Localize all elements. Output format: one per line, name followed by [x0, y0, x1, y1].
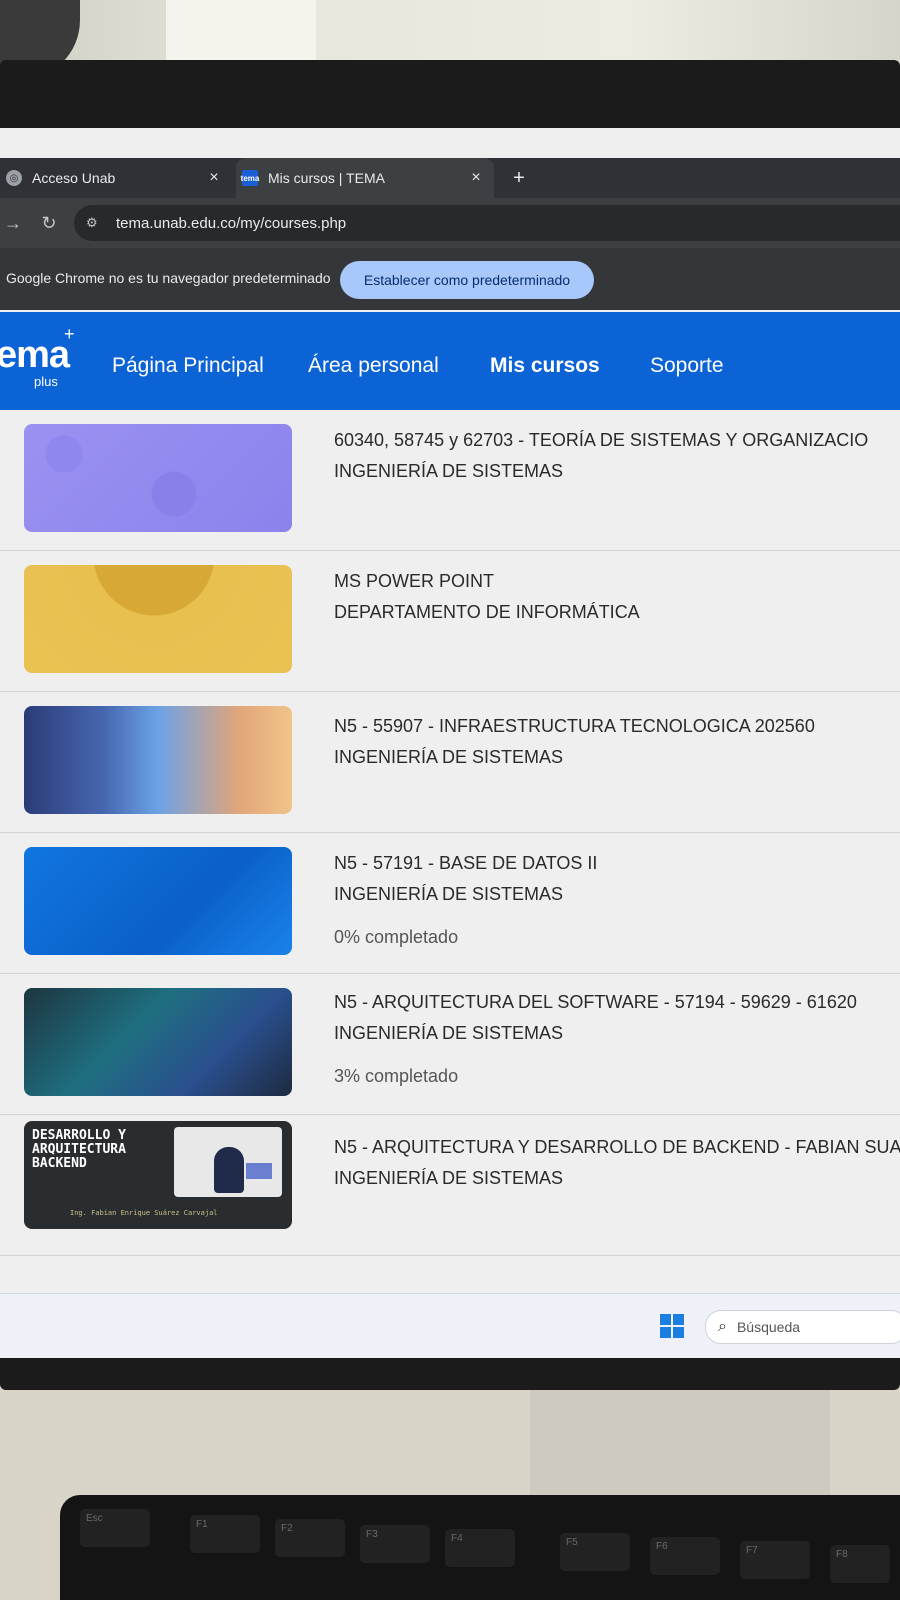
course-category: INGENIERÍA DE SISTEMAS	[334, 884, 564, 904]
course-item[interactable]: N5 - 55907 - INFRAESTRUCTURA TECNOLOGICA…	[0, 692, 900, 833]
keyboard: Esc F1 F2 F3 F4 F5 F6 F7 F8	[60, 1495, 900, 1600]
course-info: MS POWER POINT DEPARTAMENTO DE INFORMÁTI…	[334, 571, 640, 623]
course-category: DEPARTAMENTO DE INFORMÁTICA	[334, 602, 640, 622]
course-info: N5 - ARQUITECTURA DEL SOFTWARE - 57194 -…	[334, 992, 857, 1087]
logo-sub: plus	[34, 374, 58, 389]
laptop-figure	[246, 1163, 272, 1179]
person-figure	[214, 1147, 244, 1193]
windows-taskbar: ⌕ Búsqueda	[0, 1293, 900, 1358]
taskbar-search[interactable]: ⌕ Búsqueda	[705, 1310, 900, 1344]
reload-icon[interactable]: ↻	[36, 210, 62, 236]
omnibox[interactable]: ⚙ tema.unab.edu.co/my/courses.php	[74, 205, 900, 241]
key-f4: F4	[445, 1529, 515, 1567]
key-f8: F8	[830, 1545, 890, 1583]
tema-favicon-icon: tema	[241, 170, 259, 186]
course-item[interactable]: MS POWER POINT DEPARTAMENTO DE INFORMÁTI…	[0, 551, 900, 692]
site-header: ema + plus Página Principal Área persona…	[0, 312, 900, 410]
course-item[interactable]: N5 - 57191 - BASE DE DATOS II INGENIERÍA…	[0, 833, 900, 974]
close-tab-icon[interactable]: ×	[204, 169, 224, 187]
key-esc: Esc	[80, 1509, 150, 1547]
thumbnail-title-line: ARQUITECTURA	[32, 1142, 126, 1157]
tab-acceso-unab[interactable]: ◎ Acceso Unab ×	[0, 158, 232, 198]
course-thumbnail[interactable]	[24, 424, 292, 532]
logo-plus: +	[64, 324, 75, 344]
windows-start-icon[interactable]	[660, 1314, 684, 1338]
course-category: INGENIERÍA DE SISTEMAS	[334, 461, 564, 481]
course-item[interactable]: 60340, 58745 y 62703 - TEORÍA DE SISTEMA…	[0, 410, 900, 551]
course-info: 60340, 58745 y 62703 - TEORÍA DE SISTEMA…	[334, 430, 868, 482]
infobar-message: Google Chrome no es tu navegador predete…	[6, 270, 331, 286]
course-name[interactable]: MS POWER POINT	[334, 571, 640, 592]
set-default-button[interactable]: Establecer como predeterminado	[340, 261, 594, 299]
course-thumbnail[interactable]	[24, 847, 292, 955]
key-f7: F7	[740, 1541, 810, 1579]
search-placeholder: Búsqueda	[736, 1319, 801, 1335]
thumbnail-title-line: DESARROLLO Y	[32, 1128, 126, 1143]
globe-icon: ◎	[6, 170, 22, 186]
thumbnail-footer: Ing. Fabian Enrique Suárez Carvajal	[70, 1209, 218, 1217]
monitor: ◎ Acceso Unab × tema Mis cursos | TEMA ×…	[0, 60, 900, 1390]
course-progress: 0% completado	[334, 927, 459, 947]
address-bar: → ↻ ⚙ tema.unab.edu.co/my/courses.php	[0, 198, 900, 248]
course-item[interactable]: N5 - ARQUITECTURA DEL SOFTWARE - 57194 -…	[0, 974, 900, 1115]
logo-word: ema	[0, 334, 70, 376]
key-f5: F5	[560, 1533, 630, 1571]
default-browser-infobar: Google Chrome no es tu navegador predete…	[0, 248, 900, 310]
nav-pagina-principal[interactable]: Página Principal	[112, 354, 264, 378]
developer-illustration	[174, 1127, 282, 1197]
key-f3: F3	[360, 1525, 430, 1563]
course-info: N5 - ARQUITECTURA Y DESARROLLO DE BACKEN…	[334, 1137, 900, 1189]
course-name[interactable]: N5 - ARQUITECTURA DEL SOFTWARE - 57194 -…	[334, 992, 857, 1013]
course-thumbnail[interactable]	[24, 988, 292, 1096]
course-progress: 3% completado	[334, 1066, 459, 1086]
course-info: N5 - 55907 - INFRAESTRUCTURA TECNOLOGICA…	[334, 716, 815, 768]
search-icon: ⌕	[718, 1318, 727, 1335]
nav-mis-cursos[interactable]: Mis cursos	[490, 354, 600, 378]
screen: ◎ Acceso Unab × tema Mis cursos | TEMA ×…	[0, 128, 900, 1358]
course-thumbnail[interactable]	[24, 565, 292, 673]
course-category: INGENIERÍA DE SISTEMAS	[334, 1168, 564, 1188]
nav-soporte[interactable]: Soporte	[650, 354, 724, 378]
course-category: INGENIERÍA DE SISTEMAS	[334, 747, 564, 767]
course-category: INGENIERÍA DE SISTEMAS	[334, 1023, 564, 1043]
new-tab-button[interactable]: +	[504, 158, 534, 198]
tab-title: Acceso Unab	[32, 170, 116, 186]
nav-area-personal[interactable]: Área personal	[308, 354, 439, 378]
tab-strip: ◎ Acceso Unab × tema Mis cursos | TEMA ×	[0, 158, 900, 198]
course-name[interactable]: 60340, 58745 y 62703 - TEORÍA DE SISTEMA…	[334, 430, 868, 451]
site-settings-icon[interactable]: ⚙	[86, 215, 108, 231]
course-item[interactable]: DESARROLLO Y ARQUITECTURA BACKEND Ing. F…	[0, 1115, 900, 1256]
tab-title: Mis cursos | TEMA	[268, 170, 385, 186]
course-name[interactable]: N5 - ARQUITECTURA Y DESARROLLO DE BACKEN…	[334, 1137, 900, 1158]
course-list: 60340, 58745 y 62703 - TEORÍA DE SISTEMA…	[0, 410, 900, 1256]
thumbnail-title: DESARROLLO Y ARQUITECTURA BACKEND	[32, 1129, 126, 1171]
key-f6: F6	[650, 1537, 720, 1575]
course-thumbnail[interactable]: DESARROLLO Y ARQUITECTURA BACKEND Ing. F…	[24, 1121, 292, 1229]
key-f2: F2	[275, 1519, 345, 1557]
course-thumbnail[interactable]	[24, 706, 292, 814]
course-name[interactable]: N5 - 57191 - BASE DE DATOS II	[334, 853, 597, 874]
course-name[interactable]: N5 - 55907 - INFRAESTRUCTURA TECNOLOGICA…	[334, 716, 815, 737]
tab-mis-cursos[interactable]: tema Mis cursos | TEMA ×	[236, 158, 494, 198]
course-info: N5 - 57191 - BASE DE DATOS II INGENIERÍA…	[334, 853, 597, 948]
thumbnail-title-line: BACKEND	[32, 1156, 87, 1171]
tema-logo[interactable]: ema + plus	[0, 324, 75, 389]
key-f1: F1	[190, 1515, 260, 1553]
forward-arrow-icon[interactable]: →	[0, 210, 26, 236]
close-tab-icon[interactable]: ×	[466, 169, 486, 187]
url-text[interactable]: tema.unab.edu.co/my/courses.php	[116, 215, 346, 232]
